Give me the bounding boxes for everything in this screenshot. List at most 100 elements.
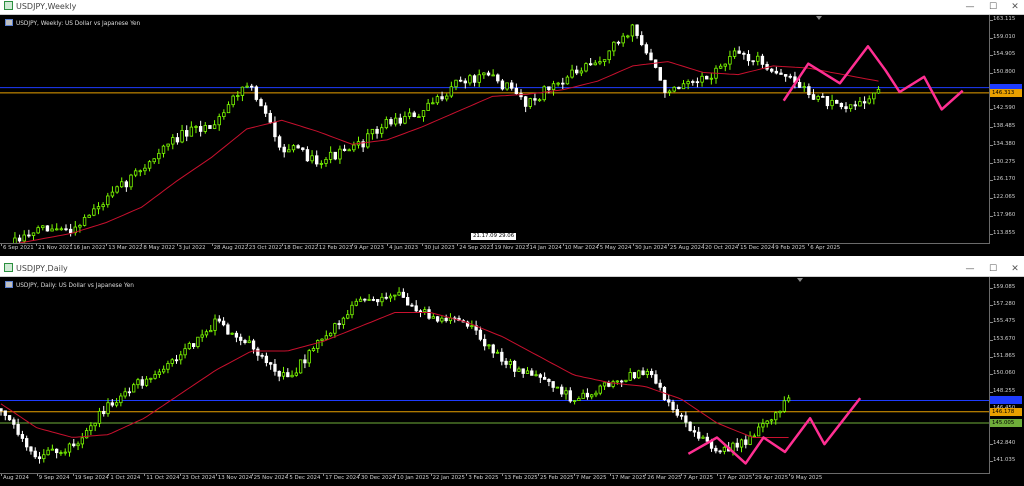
weekly-maximize-button[interactable]: ☐ <box>986 1 1000 13</box>
weekly-candle <box>835 99 839 104</box>
daily-plot-area[interactable]: USDJPY, Daily: US Dollar vs Japanese Yen <box>0 277 990 473</box>
weekly-time-label: 10 Mar 2024 <box>564 245 599 251</box>
daily-time-tick <box>394 474 396 476</box>
weekly-candle <box>700 71 704 87</box>
daily-candle <box>46 447 50 456</box>
daily-candle <box>3 410 7 421</box>
weekly-candle <box>175 133 180 145</box>
weekly-time-axis[interactable]: 6 Sep 2021 21 Nov 2021 16 Jan 2022 13 Mar 2… <box>0 243 990 254</box>
weekly-candle <box>751 60 755 66</box>
daily-candle <box>602 382 607 390</box>
weekly-candle <box>825 96 830 110</box>
daily-candle <box>491 343 495 358</box>
weekly-price-label: 113.855 <box>993 230 1016 237</box>
weekly-candle <box>305 146 310 162</box>
weekly-candle <box>282 143 286 158</box>
daily-candle <box>187 341 191 350</box>
daily-candle <box>281 366 286 380</box>
weekly-candle <box>500 78 505 91</box>
daily-candle <box>414 300 418 313</box>
weekly-candle <box>115 185 119 194</box>
weekly-candle <box>807 83 811 99</box>
daily-close-button[interactable]: ✕ <box>1008 263 1022 275</box>
daily-candle <box>20 430 25 442</box>
daily-candle <box>645 368 649 379</box>
daily-candle <box>50 444 55 451</box>
weekly-candle <box>556 81 560 87</box>
weekly-candle <box>514 83 519 95</box>
weekly-minimize-button[interactable]: — <box>963 1 977 13</box>
daily-candle <box>418 309 423 318</box>
daily-candle <box>611 379 615 389</box>
weekly-time-tick <box>773 244 775 246</box>
daily-candle <box>744 435 748 449</box>
weekly-time-label: 28 Aug 2022 <box>213 245 249 251</box>
weekly-candle <box>342 144 347 152</box>
daily-candle <box>298 359 303 374</box>
weekly-candle <box>770 67 774 74</box>
daily-time-label: Aug 2024 <box>3 475 29 481</box>
weekly-candle <box>319 160 324 169</box>
weekly-candle <box>695 77 700 88</box>
daily-candle <box>84 427 89 439</box>
weekly-chart-shift-marker[interactable] <box>816 16 822 20</box>
weekly-candle <box>222 109 226 120</box>
daily-time-label: 22 Jan 2025 <box>432 475 465 481</box>
daily-candle <box>568 387 572 404</box>
daily-price-axis[interactable]: 159.085 157.280 155.475 153.670 151.865 150.0… <box>989 277 1024 473</box>
daily-chart-shift-marker[interactable] <box>797 278 803 282</box>
daily-candle <box>200 329 204 342</box>
weekly-candle <box>417 113 421 119</box>
daily-candle <box>290 370 294 378</box>
weekly-price-label: 130.275 <box>993 158 1016 165</box>
daily-candle <box>517 366 521 373</box>
weekly-candle <box>82 214 87 227</box>
daily-time-tick <box>287 474 289 476</box>
weekly-candle <box>41 225 45 231</box>
daily-candle <box>277 370 281 382</box>
weekly-candle <box>551 80 556 96</box>
weekly-candle <box>421 110 426 122</box>
daily-candle <box>380 293 384 307</box>
daily-candle <box>63 448 67 456</box>
weekly-candle <box>431 97 435 105</box>
weekly-price-label: 138.485 <box>993 122 1016 129</box>
daily-candle <box>183 343 187 359</box>
daily-window-title-text: USDJPY,Daily <box>16 264 68 273</box>
chart-window-icon <box>4 1 13 10</box>
weekly-candle <box>570 64 574 79</box>
daily-candle <box>714 445 718 454</box>
weekly-candle <box>468 73 472 86</box>
weekly-close-button[interactable]: ✕ <box>1008 1 1022 13</box>
daily-candle <box>54 448 59 459</box>
weekly-candle <box>55 223 59 231</box>
weekly-candle <box>208 125 212 129</box>
weekly-candle <box>816 94 820 103</box>
weekly-time-tick <box>562 244 564 246</box>
weekly-candles-svg <box>0 23 990 243</box>
daily-minimize-button[interactable]: — <box>963 263 977 275</box>
daily-price-label: 153.670 <box>993 335 1016 342</box>
daily-candle <box>684 411 688 428</box>
weekly-price-axis[interactable]: 163.115159.010154.905150.800146.695142.5… <box>989 15 1024 243</box>
daily-candle <box>12 417 16 429</box>
daily-time-tick <box>466 474 468 476</box>
weekly-time-tick <box>527 244 529 246</box>
weekly-candle <box>361 139 365 153</box>
daily-time-axis[interactable]: Aug 2024 9 Sep 2024 19 Sep 2024 1 Oct 2024 1… <box>0 473 990 484</box>
daily-time-tick <box>251 474 253 476</box>
weekly-candle <box>653 59 658 69</box>
weekly-candle <box>486 70 491 77</box>
weekly-candle <box>737 46 741 54</box>
weekly-candle <box>691 79 695 86</box>
weekly-time-label: 3 Jul 2022 <box>178 245 206 251</box>
weekly-candle <box>728 50 732 70</box>
weekly-candle <box>626 34 630 39</box>
daily-candle <box>213 314 217 336</box>
weekly-candle <box>147 160 152 172</box>
weekly-candle <box>231 94 235 108</box>
daily-chart-window: USDJPY,Daily — ☐ ✕ USDJPY, Daily: US Dol… <box>0 262 1024 486</box>
daily-maximize-button[interactable]: ☐ <box>986 263 1000 275</box>
daily-candle <box>769 418 774 425</box>
weekly-plot-area[interactable]: USDJPY, Weekly: US Dollar vs Japanese Ye… <box>0 15 990 243</box>
